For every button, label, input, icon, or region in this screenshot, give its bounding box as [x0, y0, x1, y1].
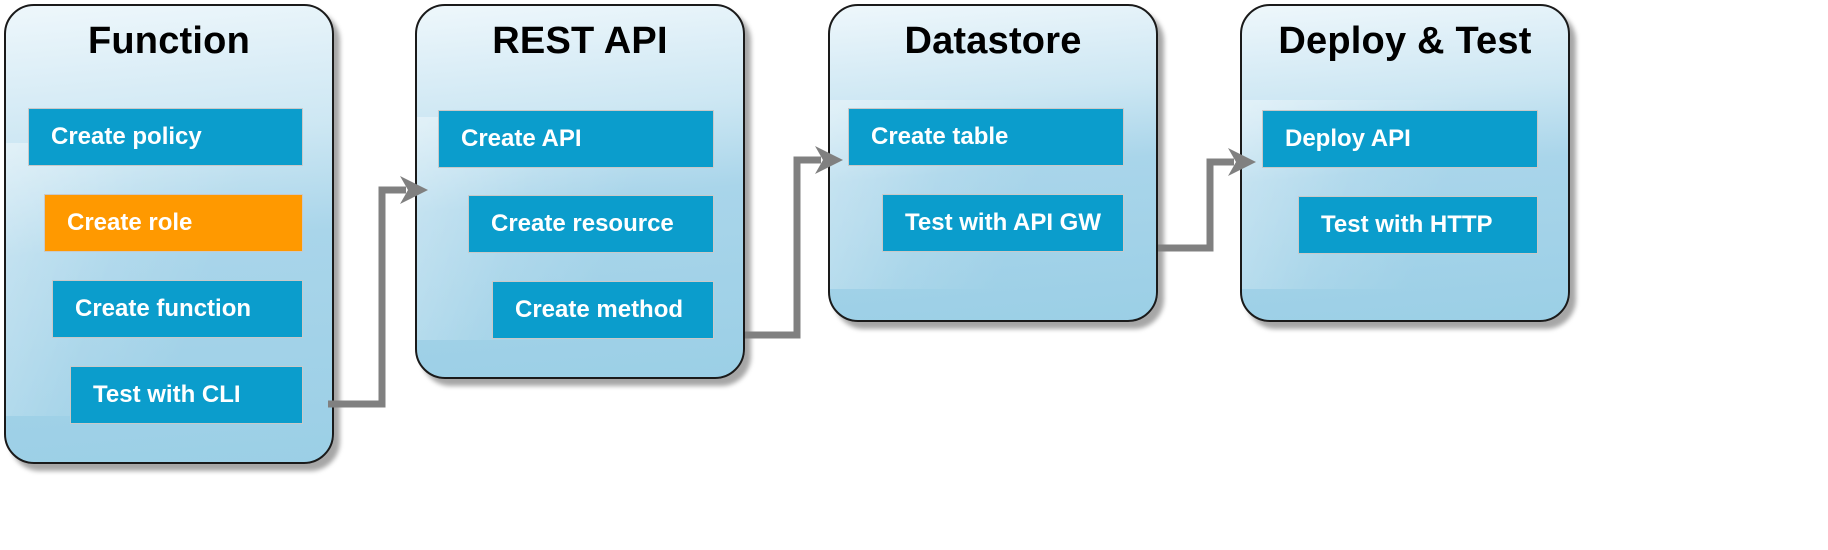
step-create-table[interactable]: Create table [848, 108, 1124, 166]
step-deploy-api[interactable]: Deploy API [1262, 110, 1538, 168]
step-label: Create API [461, 125, 582, 152]
connector-function-to-rest-api [320, 150, 430, 420]
step-create-function[interactable]: Create function [52, 280, 303, 338]
step-label: Create role [67, 209, 193, 236]
step-label: Deploy API [1285, 125, 1411, 152]
connector-line [328, 186, 406, 408]
connector-line [1158, 158, 1234, 252]
diagram-canvas: Function Create policy Create role Creat… [0, 0, 1828, 550]
panel-title: Function [87, 20, 250, 62]
connector-rest-api-to-datastore [735, 130, 845, 360]
step-test-with-http[interactable]: Test with HTTP [1298, 196, 1538, 254]
connector-line [745, 156, 821, 339]
panel-title: REST API [492, 20, 668, 62]
panel-title: Deploy & Test [1278, 20, 1532, 62]
step-label: Create resource [491, 210, 674, 237]
step-label: Create function [75, 295, 252, 322]
step-label: Create policy [51, 123, 202, 150]
step-label: Test with HTTP [1321, 211, 1493, 238]
step-label: Test with CLI [93, 381, 241, 408]
step-label: Create table [871, 123, 1009, 150]
step-create-policy[interactable]: Create policy [28, 108, 303, 166]
step-create-api[interactable]: Create API [438, 110, 714, 168]
step-create-method[interactable]: Create method [492, 281, 714, 339]
step-create-role[interactable]: Create role [44, 194, 303, 252]
connector-datastore-to-deploy-and-test [1148, 130, 1258, 290]
step-test-with-api-gw[interactable]: Test with API GW [882, 194, 1124, 252]
step-test-with-cli[interactable]: Test with CLI [70, 366, 303, 424]
step-label: Create method [515, 296, 684, 323]
panel-title: Datastore [904, 20, 1082, 62]
step-label: Test with API GW [905, 209, 1101, 236]
step-create-resource[interactable]: Create resource [468, 195, 714, 253]
